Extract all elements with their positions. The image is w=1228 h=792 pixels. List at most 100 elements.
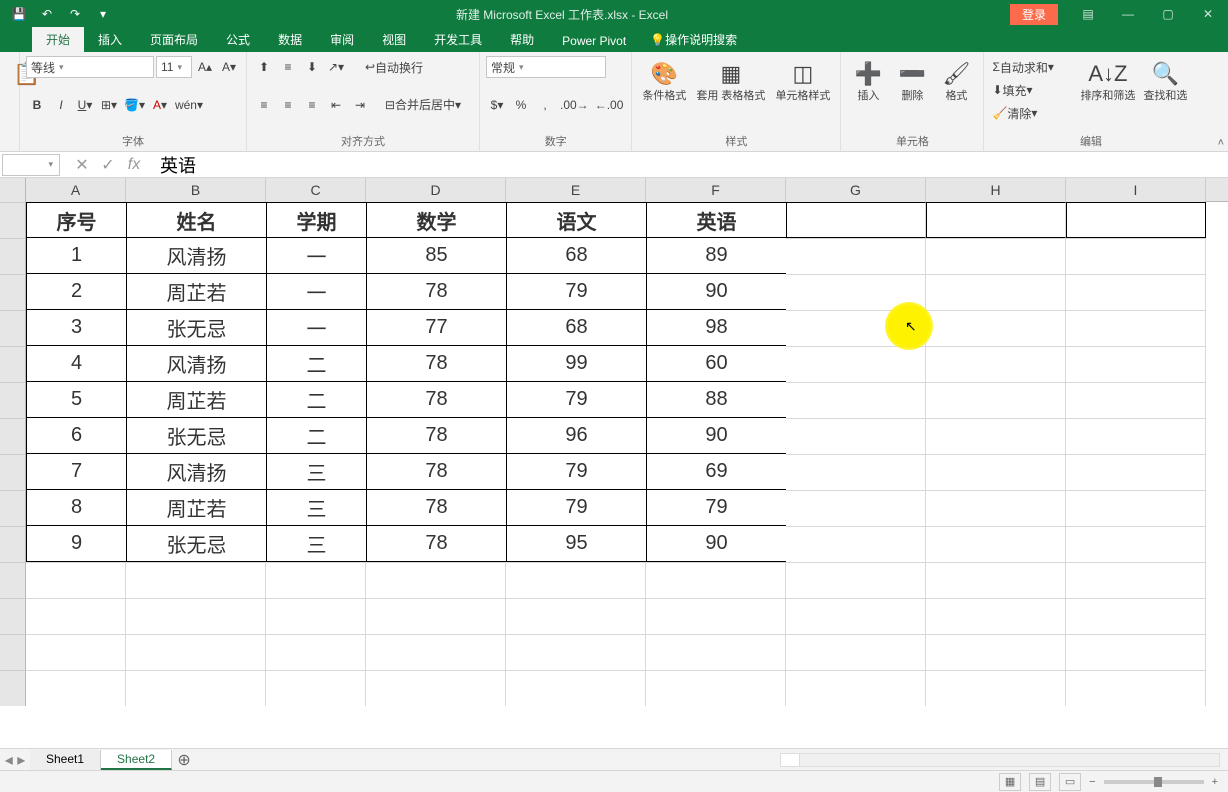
cell[interactable] <box>646 562 786 598</box>
column-header-I[interactable]: I <box>1066 178 1206 202</box>
tab-layout[interactable]: 页面布局 <box>136 27 212 52</box>
cell[interactable] <box>786 202 926 238</box>
cell[interactable] <box>1066 526 1206 562</box>
cell[interactable] <box>786 454 926 490</box>
cell[interactable] <box>926 382 1066 418</box>
cell[interactable] <box>26 634 126 670</box>
cell[interactable] <box>926 598 1066 634</box>
fill-button[interactable]: ⬇ 填充 ▾ <box>990 79 1076 101</box>
border-button[interactable]: ⊞▾ <box>98 94 120 116</box>
data-cell[interactable]: 77 <box>366 310 506 346</box>
data-cell[interactable]: 78 <box>366 526 506 562</box>
header-cell[interactable]: 语文 <box>506 202 646 238</box>
tab-insert[interactable]: 插入 <box>84 27 136 52</box>
font-size-combo[interactable]: 11▾ <box>156 56 192 78</box>
autosum-button[interactable]: Σ 自动求和 ▾ <box>990 56 1076 78</box>
cell-styles-button[interactable]: ◫单元格样式 <box>771 56 834 104</box>
data-cell[interactable]: 90 <box>646 526 786 562</box>
data-cell[interactable]: 周芷若 <box>126 274 266 310</box>
increase-indent-icon[interactable]: ⇥ <box>349 94 371 116</box>
cell[interactable] <box>926 238 1066 274</box>
column-header-A[interactable]: A <box>26 178 126 202</box>
cell[interactable] <box>646 670 786 706</box>
page-layout-view-icon[interactable]: ▤ <box>1029 773 1051 791</box>
cell[interactable] <box>646 634 786 670</box>
page-break-view-icon[interactable]: ▭ <box>1059 773 1081 791</box>
add-sheet-button[interactable]: ⊕ <box>172 750 196 770</box>
data-cell[interactable]: 79 <box>506 382 646 418</box>
column-header-G[interactable]: G <box>786 178 926 202</box>
wrap-text-button[interactable]: ↩ 自动换行 <box>349 56 439 78</box>
cell[interactable] <box>926 418 1066 454</box>
tab-review[interactable]: 审阅 <box>316 27 368 52</box>
cell[interactable] <box>506 562 646 598</box>
row-header-2[interactable] <box>0 238 26 274</box>
cell[interactable] <box>646 598 786 634</box>
data-cell[interactable]: 5 <box>26 382 126 418</box>
tab-data[interactable]: 数据 <box>264 27 316 52</box>
undo-icon[interactable]: ↶ <box>36 3 58 25</box>
column-header-H[interactable]: H <box>926 178 1066 202</box>
data-cell[interactable]: 一 <box>266 238 366 274</box>
save-icon[interactable]: 💾 <box>8 3 30 25</box>
accounting-format-icon[interactable]: $▾ <box>486 94 508 116</box>
row-header-1[interactable] <box>0 202 26 238</box>
cell[interactable] <box>1066 562 1206 598</box>
cell[interactable] <box>926 490 1066 526</box>
data-cell[interactable]: 96 <box>506 418 646 454</box>
cell[interactable] <box>266 670 366 706</box>
tab-home[interactable]: 开始 <box>32 27 84 52</box>
data-cell[interactable]: 78 <box>366 454 506 490</box>
fill-color-button[interactable]: 🪣▾ <box>122 94 147 116</box>
cell[interactable] <box>926 634 1066 670</box>
align-middle-icon[interactable]: ≡ <box>277 56 299 78</box>
cell[interactable] <box>786 670 926 706</box>
cell[interactable] <box>126 670 266 706</box>
cell[interactable] <box>506 598 646 634</box>
data-cell[interactable]: 二 <box>266 418 366 454</box>
data-cell[interactable]: 风清扬 <box>126 454 266 490</box>
cell[interactable] <box>1066 454 1206 490</box>
cell[interactable] <box>926 274 1066 310</box>
column-header-B[interactable]: B <box>126 178 266 202</box>
tab-formulas[interactable]: 公式 <box>212 27 264 52</box>
cell[interactable] <box>26 670 126 706</box>
tab-developer[interactable]: 开发工具 <box>420 27 496 52</box>
align-center-icon[interactable]: ≡ <box>277 94 299 116</box>
cell[interactable] <box>1066 202 1206 238</box>
decrease-font-icon[interactable]: A▾ <box>218 56 240 78</box>
tab-file[interactable] <box>4 44 32 52</box>
ribbon-options-icon[interactable]: ▤ <box>1068 0 1108 28</box>
sheet-tab-sheet1[interactable]: Sheet1 <box>30 750 101 770</box>
row-header-8[interactable] <box>0 454 26 490</box>
spreadsheet-grid[interactable]: ABCDEFGHI 序号姓名学期数学语文英语1风清扬一8568892周芷若一78… <box>0 178 1228 748</box>
tell-me-search[interactable]: 💡 操作说明搜索 <box>640 27 747 52</box>
restore-icon[interactable]: ▢ <box>1148 0 1188 28</box>
data-cell[interactable]: 68 <box>506 238 646 274</box>
cell[interactable] <box>126 634 266 670</box>
cell[interactable] <box>126 562 266 598</box>
tab-help[interactable]: 帮助 <box>496 27 548 52</box>
column-header-D[interactable]: D <box>366 178 506 202</box>
fx-icon[interactable]: fx <box>124 154 144 176</box>
cell[interactable] <box>1066 418 1206 454</box>
data-cell[interactable]: 3 <box>26 310 126 346</box>
data-cell[interactable]: 79 <box>646 490 786 526</box>
cells-area[interactable]: 序号姓名学期数学语文英语1风清扬一8568892周芷若一7879903张无忌一7… <box>26 202 1206 706</box>
cell[interactable] <box>786 382 926 418</box>
cell[interactable] <box>26 598 126 634</box>
decrease-decimal-icon[interactable]: ←.00 <box>593 94 626 116</box>
conditional-format-button[interactable]: 🎨条件格式 <box>638 56 690 104</box>
row-header-7[interactable] <box>0 418 26 454</box>
data-cell[interactable]: 一 <box>266 274 366 310</box>
phonetic-button[interactable]: wén▾ <box>173 94 205 116</box>
data-cell[interactable]: 79 <box>506 274 646 310</box>
cell[interactable] <box>1066 382 1206 418</box>
cell[interactable] <box>506 634 646 670</box>
cell[interactable] <box>926 310 1066 346</box>
insert-cells-button[interactable]: ➕插入 <box>847 56 889 104</box>
row-header-12[interactable] <box>0 598 26 634</box>
data-cell[interactable]: 78 <box>366 490 506 526</box>
cell[interactable] <box>786 238 926 274</box>
cell[interactable] <box>926 562 1066 598</box>
